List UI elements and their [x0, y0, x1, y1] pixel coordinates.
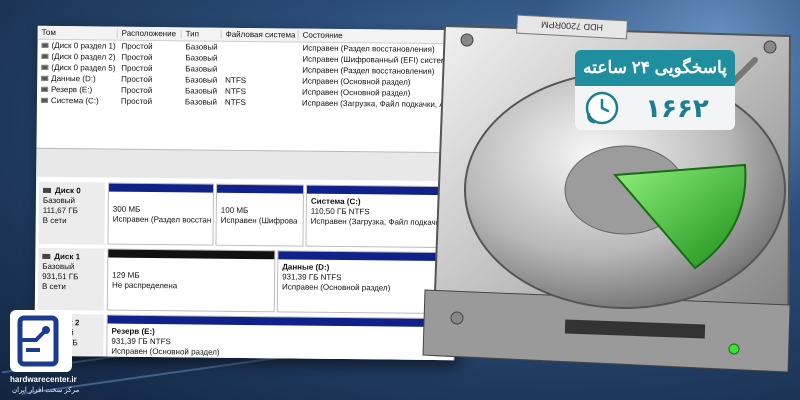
screw-icon	[450, 311, 464, 325]
partition-text: 129 МБ Не распределена	[108, 258, 274, 293]
phone-clock-icon	[585, 91, 619, 125]
disk-status: В сети	[42, 215, 67, 226]
volume-name-text: Данные (D:)	[51, 73, 96, 84]
disk-size: 931,51 ГБ	[42, 271, 79, 282]
volume-type: Базовый	[184, 97, 218, 107]
column-header-volume[interactable]: Том	[37, 27, 118, 38]
volume-layout: Простой	[121, 41, 153, 52]
partition-status: Не распределена	[111, 280, 178, 291]
volume-filesystem: NTFS	[225, 75, 247, 85]
volume-layout: Простой	[120, 96, 153, 107]
screw-icon	[460, 33, 474, 47]
volume-name: Система (C:)	[37, 96, 117, 106]
circuit-logo-icon	[17, 315, 59, 367]
volume-type: Базовый	[185, 42, 218, 52]
disk-icon	[42, 254, 51, 260]
volume-name-text: Резерв (E:)	[51, 84, 93, 95]
volume-name-text: (Диск 0 раздел 5)	[51, 62, 116, 73]
volume-name: (Диск 0 раздел 5)	[37, 63, 117, 73]
column-header-type[interactable]: Тип	[181, 29, 222, 39]
volume-type: Базовый	[185, 75, 218, 85]
disk-label[interactable]: Диск 1 Базовый 931,51 ГБ В сети	[37, 247, 105, 311]
logo-site-name: hardwarecenter.ir	[10, 375, 77, 384]
volume-icon	[41, 87, 49, 93]
column-header-filesystem[interactable]: Файловая система	[221, 29, 299, 40]
support-badge: پاسخگویی ۲۴ ساعته ۱۶۶۲	[575, 50, 735, 130]
column-header-layout[interactable]: Расположение	[117, 28, 182, 39]
disk-size: 111,67 ГБ	[42, 205, 78, 216]
volume-name-text: (Диск 0 раздел 2)	[51, 51, 116, 62]
disk-name-text: Диск 0	[54, 186, 81, 196]
disk-status: В сети	[41, 281, 66, 292]
screw-icon	[763, 40, 777, 54]
volume-icon	[40, 98, 48, 104]
volume-type: Базовый	[185, 86, 218, 96]
volume-layout: Простой	[121, 63, 153, 74]
partition-status: Исправен (Раздел восстан	[112, 214, 212, 225]
partition-status: Исправен (Шифрова	[220, 215, 298, 226]
partition-text: 100 МБ Исправен (Шифрова	[217, 193, 303, 227]
disk-icon	[42, 188, 52, 194]
disk-name-text: Диск 1	[54, 251, 81, 262]
volume-icon	[41, 54, 49, 60]
disk-name: Диск 1	[42, 252, 100, 263]
volume-name-text: (Диск 0 раздел 1)	[51, 40, 116, 51]
volume-layout: Простой	[121, 52, 153, 63]
volume-filesystem	[222, 47, 299, 48]
volume-name: (Диск 0 раздел 1)	[37, 41, 117, 51]
disk-type: Базовый	[42, 261, 75, 272]
disk-row: Диск 0 Базовый 111,67 ГБ В сети 300 МБ Исправ…	[35, 181, 457, 249]
badge-title: پاسخگویی ۲۴ ساعته	[575, 50, 735, 86]
volume-name: Резерв (E:)	[37, 85, 117, 95]
volume-type: Базовый	[185, 53, 218, 63]
disk-type: Базовый	[42, 195, 76, 206]
volume-filesystem	[221, 58, 298, 59]
volume-name: (Диск 0 раздел 2)	[37, 52, 117, 62]
logo-tagline: مرکز سخت افزار ایران	[12, 387, 80, 394]
pane-splitter[interactable]	[36, 147, 457, 182]
volume-type: Базовый	[185, 64, 218, 74]
volume-name: Данные (D:)	[37, 74, 117, 84]
volume-filesystem	[221, 69, 298, 70]
partition-text: 300 МБ Исправен (Раздел восстан	[109, 192, 213, 226]
volume-filesystem: NTFS	[224, 97, 246, 107]
partition-block[interactable]: 129 МБ Не распределена	[106, 248, 276, 313]
volume-name-text: Система (C:)	[50, 95, 99, 106]
status-led	[728, 343, 740, 355]
disk-name: Диск 0	[42, 186, 101, 197]
disk-label[interactable]: Диск 0 Базовый 111,67 ГБ В сети	[38, 181, 106, 245]
volume-icon	[41, 65, 49, 71]
volume-layout: Простой	[121, 85, 153, 96]
volume-layout: Простой	[121, 74, 153, 85]
volume-filesystem: NTFS	[225, 86, 247, 96]
site-logo[interactable]: hardwarecenter.ir مرکز سخت افزار ایران	[10, 310, 98, 398]
logo-box	[10, 310, 72, 372]
disk-row: Диск 1 Базовый 931,51 ГБ В сети 129 МБ Не рас…	[35, 247, 456, 315]
partition-block[interactable]: 300 МБ Исправен (Раздел восстан	[107, 182, 215, 246]
partition-block[interactable]: 100 МБ Исправен (Шифрова	[215, 183, 305, 247]
support-phone-number[interactable]: ۱۶۶۲	[627, 94, 727, 124]
volume-icon	[41, 43, 49, 49]
volume-icon	[41, 76, 49, 82]
